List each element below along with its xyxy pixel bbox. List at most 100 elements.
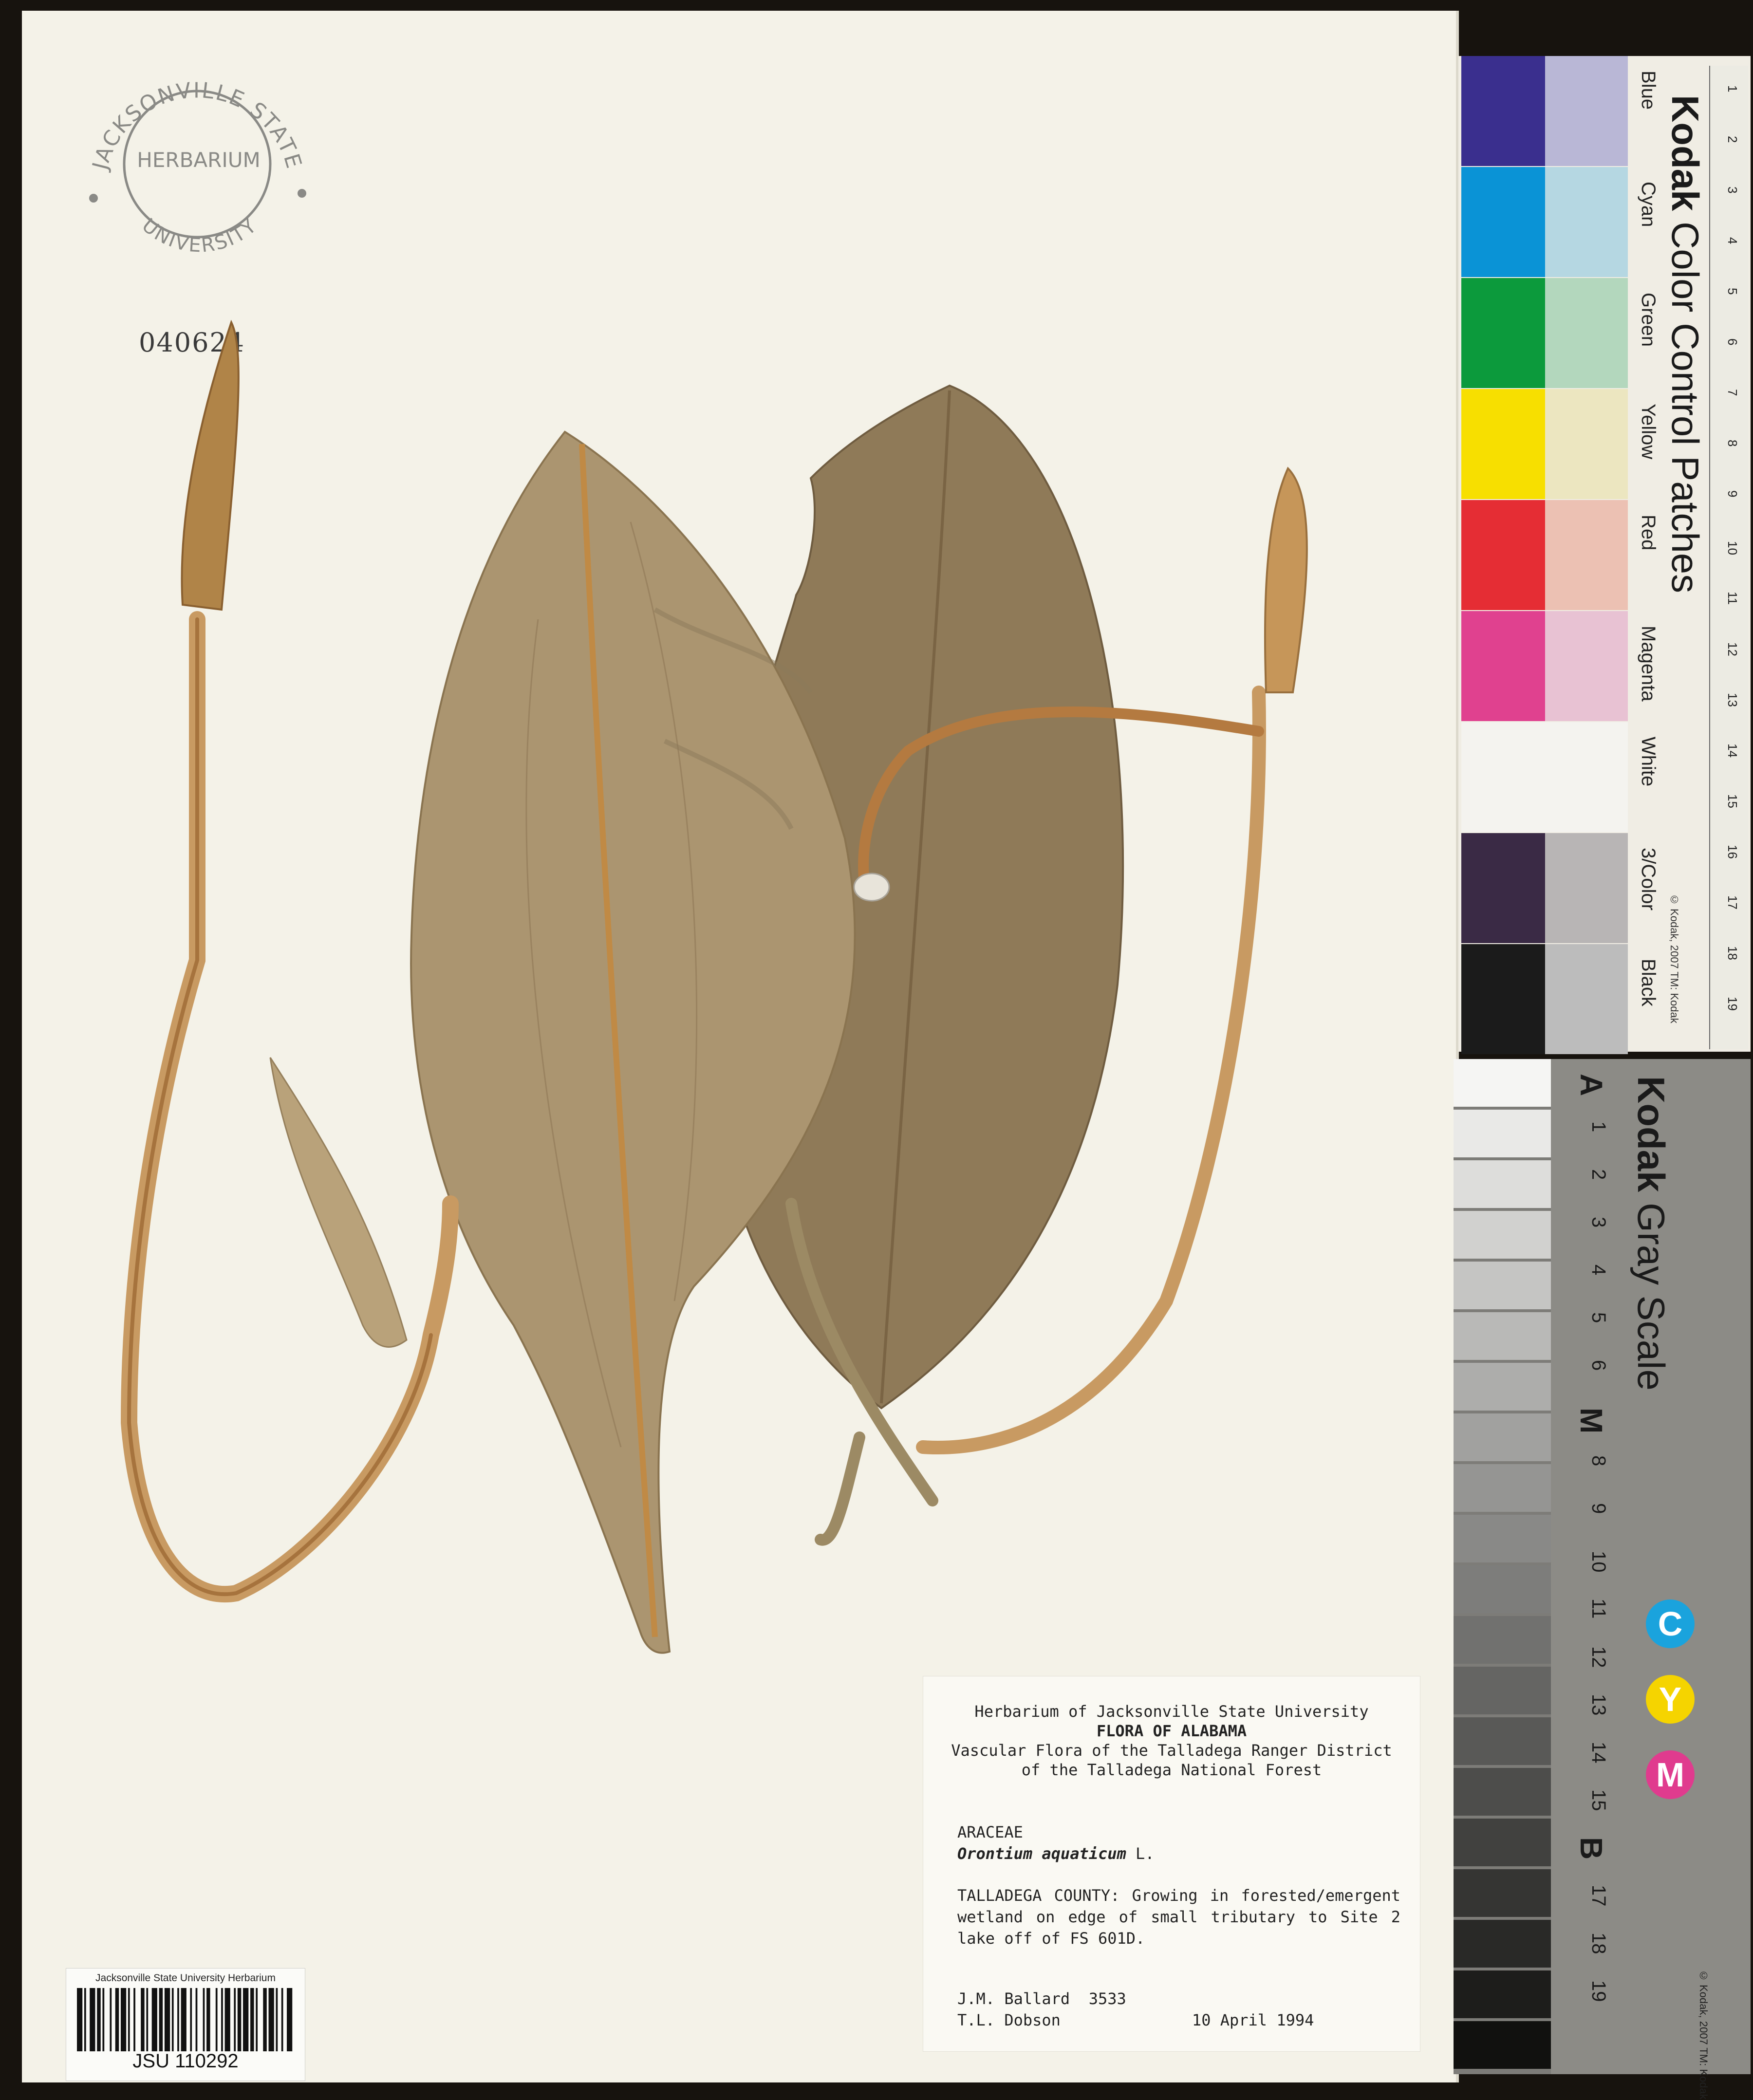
label-species-author: L. (1136, 1844, 1155, 1863)
gray-patch (1454, 1160, 1551, 1208)
label-collector-number: 3533 (1088, 1989, 1126, 2008)
ruler-number: 5 (1725, 288, 1740, 295)
label-project: Vascular Flora of the Talladega Ranger D… (951, 1741, 1392, 1760)
ruler-number: 13 (1725, 693, 1740, 707)
gray-card-copyright: © Kodak, 2007 TM: Kodak (1697, 1970, 1710, 2100)
specimen-label: Herbarium of Jacksonville State Universi… (923, 1676, 1420, 2052)
cmy-dot: M (1646, 1750, 1695, 1799)
label-collector-2: T.L. Dobson (957, 2011, 1061, 2029)
ruler-number: 12 (1725, 642, 1740, 656)
label-institution: Herbarium of Jacksonville State Universi… (974, 1702, 1369, 1721)
color-patch-label: Magenta (1638, 626, 1659, 702)
color-patch (1461, 722, 1545, 832)
color-patch-label: Cyan (1638, 182, 1659, 227)
color-patch-light (1545, 722, 1628, 832)
gray-patch (1454, 1869, 1551, 1917)
ruler-number: 18 (1725, 946, 1740, 960)
color-patch-light (1545, 611, 1628, 721)
color-patch-label: Blue (1638, 71, 1659, 110)
gray-step-label: 17 (1588, 1885, 1609, 1907)
gray-patch (1454, 1768, 1551, 1816)
barcode-bars (77, 1988, 293, 2051)
color-control-card: Blue Cyan Green Yellow Red Magenta White 3/Colo… (1458, 56, 1751, 1054)
label-collector-1: J.M. Ballard (957, 1989, 1070, 2008)
color-patch-label: Black (1638, 959, 1659, 1006)
ruler-number: 2 (1725, 136, 1740, 143)
ruler-number: 17 (1725, 895, 1740, 910)
gray-step-label: 9 (1588, 1503, 1609, 1514)
color-patch (1461, 944, 1545, 1054)
color-patch-light (1545, 278, 1628, 388)
ruler-number: 3 (1725, 186, 1740, 194)
color-patch (1461, 167, 1545, 277)
color-patch (1461, 278, 1545, 388)
gray-step-label: 19 (1588, 1980, 1609, 2002)
ruler-number: 7 (1725, 389, 1740, 396)
gray-card-title: Kodak Gray Scale (1630, 1076, 1673, 1391)
gray-step-label: 5 (1588, 1312, 1609, 1323)
color-card-title: Kodak Color Control Patches (1664, 95, 1707, 594)
gray-step-label: 15 (1588, 1789, 1609, 1811)
ruler-number: 15 (1725, 794, 1740, 808)
gray-step-label: B (1574, 1837, 1609, 1860)
gray-patch (1454, 1464, 1551, 1512)
color-patch-light (1545, 389, 1628, 499)
gray-step-label: M (1574, 1408, 1609, 1434)
gray-step-label: 18 (1588, 1933, 1609, 1954)
gray-step-label: 4 (1588, 1264, 1609, 1276)
color-patch-light (1545, 167, 1628, 277)
gray-patch (1454, 1413, 1551, 1461)
gray-patch (1454, 1211, 1551, 1259)
gray-patch (1454, 1110, 1551, 1157)
gray-step-label: 12 (1588, 1646, 1609, 1668)
label-family: ARACEAE (957, 1823, 1023, 1841)
gray-patch (1454, 1667, 1551, 1714)
gray-patch (1454, 1059, 1551, 1107)
barcode-title: Jacksonville State University Herbarium (95, 1972, 276, 1984)
gray-patch (1454, 1920, 1551, 1968)
label-locality: TALLADEGA COUNTY: Growing in forested/em… (957, 1886, 1400, 1948)
barcode-label: Jacksonville State University Herbarium … (66, 1968, 305, 2081)
gray-patch (1454, 1819, 1551, 1866)
gray-step-label: 13 (1588, 1694, 1609, 1716)
label-flora-title: FLORA OF ALABAMA (1096, 1722, 1247, 1740)
color-patch-light (1545, 500, 1628, 610)
ruler-number: 14 (1725, 743, 1740, 758)
spadix-left (181, 319, 240, 611)
gray-step-label: 14 (1588, 1742, 1609, 1764)
cmy-dot: Y (1646, 1675, 1695, 1724)
gray-patch (1454, 1970, 1551, 2018)
gray-step-label: 10 (1588, 1551, 1609, 1573)
color-patch-label: Green (1638, 293, 1659, 347)
color-card-copyright: © Kodak, 2007 TM: Kodak (1668, 893, 1680, 1023)
cmy-dot: C (1646, 1599, 1695, 1648)
cm-ruler: 1 2 3 4 5 6 7 8 9 10 11 12 13 14 15 16 17 18 19 (1709, 66, 1748, 1049)
label-project-cont: of the Talladega National Forest (1021, 1761, 1322, 1779)
gray-patch (1454, 1312, 1551, 1360)
gray-patch (1454, 1363, 1551, 1411)
color-patch (1461, 833, 1545, 943)
herbarium-sheet: JACKSONVILLE STATE HERBARIUM UNIVERSITY … (22, 11, 1456, 2082)
gray-step-label: 8 (1588, 1455, 1609, 1467)
color-patch-light (1545, 56, 1628, 166)
ruler-number: 10 (1725, 541, 1740, 555)
color-patch-label: 3/Color (1638, 848, 1659, 911)
gray-step-label: 2 (1588, 1169, 1609, 1180)
ruler-number: 16 (1725, 845, 1740, 859)
color-patch (1461, 56, 1545, 166)
ruler-number: 19 (1725, 997, 1740, 1011)
color-patch-light (1545, 833, 1628, 943)
gray-patch (1454, 2021, 1551, 2069)
gray-patch (1454, 1262, 1551, 1309)
color-patch-label: Red (1638, 515, 1659, 551)
gray-step-label: 1 (1588, 1121, 1609, 1133)
ruler-number: 6 (1725, 338, 1740, 346)
gray-patch (1454, 1616, 1551, 1664)
gray-patch (1454, 1515, 1551, 1562)
gray-patch (1454, 1717, 1551, 1765)
gray-step-label: A (1574, 1074, 1609, 1096)
gray-step-label: 3 (1588, 1217, 1609, 1228)
ruler-number: 8 (1725, 440, 1740, 447)
ruler-number: 4 (1725, 237, 1740, 244)
color-patch-label: White (1638, 737, 1659, 787)
